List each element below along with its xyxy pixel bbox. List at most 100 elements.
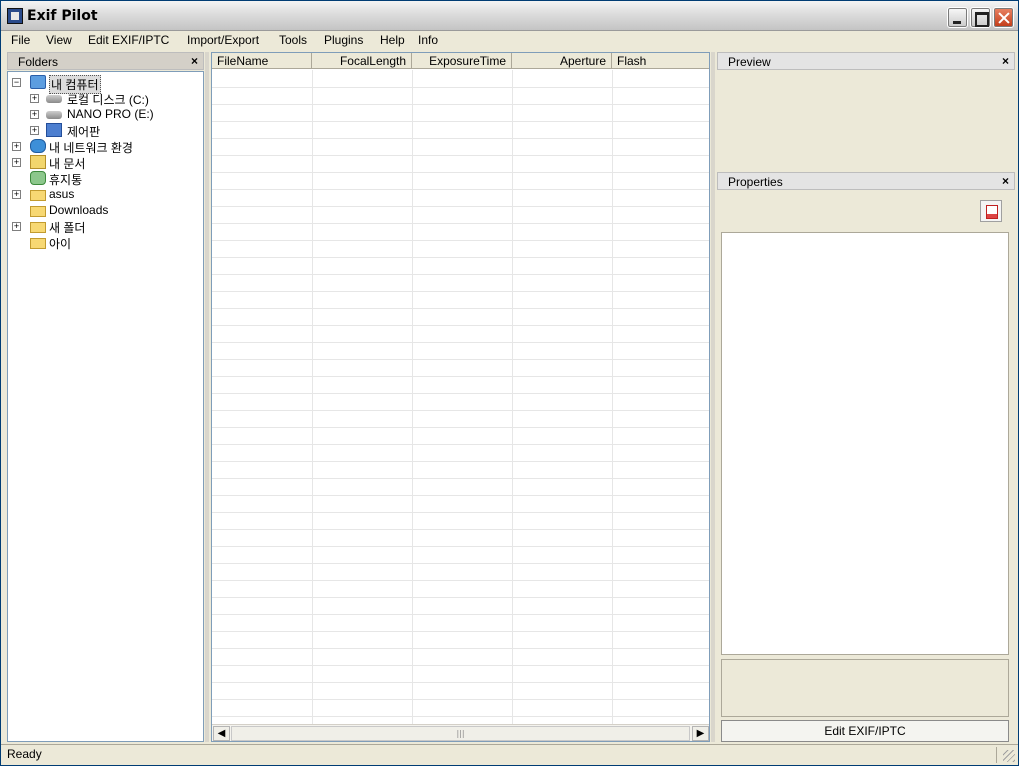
disk-icon [46, 111, 62, 119]
app-icon [7, 8, 23, 24]
grid-row-line [212, 121, 709, 122]
scroll-right-icon[interactable]: ▶ [692, 726, 709, 741]
tree-item-label: NANO PRO (E:) [67, 107, 154, 121]
grid-column-line [412, 70, 413, 726]
preview-area [717, 71, 1015, 171]
tree-item-label: 휴지통 [49, 173, 83, 187]
tree-item-new-folder[interactable]: + 새 폴더 [12, 219, 202, 235]
folder-tree[interactable]: − 내 컴퓨터 + 로컬 디스크 (C:) + NANO PRO (E:) + … [7, 71, 204, 742]
scroll-thumb[interactable]: ||| [231, 726, 690, 741]
preview-panel-header: Preview × [717, 52, 1015, 70]
tree-item-label: 내 문서 [49, 157, 86, 171]
menu-view[interactable]: View [43, 33, 75, 47]
grid-row-line [212, 393, 709, 394]
close-button[interactable] [993, 7, 1014, 28]
folders-close-icon[interactable]: × [191, 54, 198, 68]
properties-close-icon[interactable]: × [1002, 174, 1009, 188]
expand-icon[interactable]: + [30, 126, 39, 135]
column-header-aperture[interactable]: Aperture [512, 53, 612, 69]
column-header-flash[interactable]: Flash [612, 53, 709, 69]
grid-row-line [212, 104, 709, 105]
tree-item-label: 로컬 디스크 (C:) [67, 93, 149, 107]
grid-row-line [212, 87, 709, 88]
grid-row-line [212, 223, 709, 224]
menu-import-export[interactable]: Import/Export [184, 33, 262, 47]
tree-item-label: 제어판 [67, 125, 101, 139]
file-grid[interactable]: FileName FocalLength ExposureTime Apertu… [211, 52, 710, 742]
right-splitter[interactable] [711, 52, 715, 742]
grid-row-line [212, 240, 709, 241]
documents-icon [30, 155, 46, 169]
grid-column-line [512, 70, 513, 726]
control-panel-icon [46, 123, 62, 137]
disk-icon [46, 95, 62, 103]
grid-row-line [212, 444, 709, 445]
grid-row-line [212, 155, 709, 156]
column-header-exposuretime[interactable]: ExposureTime [412, 53, 512, 69]
menu-edit-exif-iptc[interactable]: Edit EXIF/IPTC [85, 33, 172, 47]
tree-item-local-disk-c[interactable]: + 로컬 디스크 (C:) [30, 91, 200, 107]
menu-file[interactable]: File [8, 33, 33, 47]
tree-item-label: Downloads [49, 203, 109, 217]
horizontal-scrollbar[interactable]: ◀ ||| ▶ [212, 724, 709, 741]
tree-item-recycle-bin[interactable]: 휴지통 [12, 171, 202, 187]
tree-item-control-panel[interactable]: + 제어판 [30, 123, 200, 139]
grid-row-line [212, 597, 709, 598]
tree-item-my-documents[interactable]: + 내 문서 [12, 155, 202, 171]
folders-title: Folders [18, 55, 59, 69]
minimize-button[interactable] [947, 7, 968, 28]
properties-title: Properties [728, 175, 783, 189]
expand-icon[interactable]: + [12, 222, 21, 231]
tree-item-ai[interactable]: 아이 [12, 235, 202, 251]
status-divider [996, 747, 997, 763]
grid-row-line [212, 291, 709, 292]
grid-row-line [212, 427, 709, 428]
menu-plugins[interactable]: Plugins [321, 33, 366, 47]
tree-item-my-computer[interactable]: − 내 컴퓨터 [12, 75, 202, 94]
tree-item-my-network[interactable]: + 내 네트워크 환경 [12, 139, 202, 155]
expand-icon[interactable]: + [12, 190, 21, 199]
resize-grip-icon[interactable] [1003, 750, 1015, 762]
grid-row-line [212, 410, 709, 411]
menu-tools[interactable]: Tools [276, 33, 310, 47]
left-splitter[interactable] [205, 52, 209, 742]
folder-icon [30, 190, 46, 201]
grid-row-line [212, 342, 709, 343]
maximize-button[interactable] [970, 7, 991, 28]
collapse-icon[interactable]: − [12, 78, 21, 87]
preview-close-icon[interactable]: × [1002, 54, 1009, 68]
grid-row-line [212, 138, 709, 139]
grid-row-line [212, 546, 709, 547]
grid-body[interactable] [212, 70, 709, 726]
grid-row-line [212, 682, 709, 683]
expand-icon[interactable]: + [12, 158, 21, 167]
preview-title: Preview [728, 55, 771, 69]
status-bar: Ready [1, 744, 1018, 765]
column-header-filename[interactable]: FileName [212, 53, 312, 69]
grid-header: FileName FocalLength ExposureTime Apertu… [212, 53, 709, 69]
title-bar[interactable]: Exif Pilot [1, 1, 1018, 31]
expand-icon[interactable]: + [30, 94, 39, 103]
expand-icon[interactable]: + [12, 142, 21, 151]
grid-row-line [212, 631, 709, 632]
grid-row-line [212, 257, 709, 258]
tree-item-asus[interactable]: + asus [12, 187, 202, 203]
grid-row-line [212, 308, 709, 309]
properties-page-icon[interactable] [980, 200, 1002, 222]
tree-item-downloads[interactable]: Downloads [12, 203, 202, 219]
grid-row-line [212, 189, 709, 190]
scroll-left-icon[interactable]: ◀ [213, 726, 230, 741]
menu-info[interactable]: Info [415, 33, 441, 47]
menu-help[interactable]: Help [377, 33, 408, 47]
edit-exif-iptc-button[interactable]: Edit EXIF/IPTC [721, 720, 1009, 742]
column-header-focallength[interactable]: FocalLength [312, 53, 412, 69]
expand-icon[interactable]: + [30, 110, 39, 119]
grid-row-line [212, 376, 709, 377]
tree-item-nano-pro-e[interactable]: + NANO PRO (E:) [30, 107, 200, 123]
network-icon [30, 139, 46, 153]
grid-row-line [212, 478, 709, 479]
grid-row-line [212, 461, 709, 462]
grid-row-line [212, 716, 709, 717]
grid-row-line [212, 580, 709, 581]
properties-list[interactable] [721, 232, 1009, 655]
